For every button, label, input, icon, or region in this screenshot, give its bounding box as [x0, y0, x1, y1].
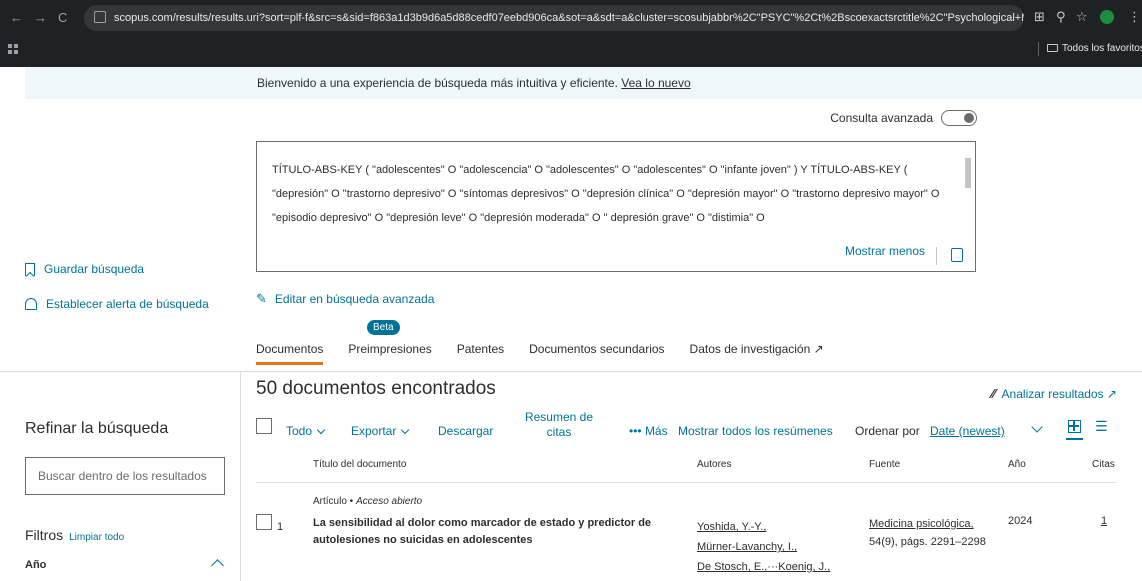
- forward-icon[interactable]: →: [34, 10, 47, 25]
- chevron-down-icon: [401, 425, 410, 435]
- grid-view-icon[interactable]: [1068, 420, 1081, 433]
- select-all-dropdown[interactable]: Todo: [286, 424, 326, 438]
- sidebar-divider: [240, 371, 241, 581]
- column-cites[interactable]: Citas: [1092, 459, 1115, 470]
- menu-dots-icon[interactable]: ⋮: [1128, 9, 1141, 25]
- save-search-button[interactable]: Guardar búsqueda: [25, 262, 144, 276]
- year-filter-label[interactable]: Año: [25, 559, 46, 571]
- analyze-results-label: Analizar resultados ↗: [1001, 386, 1117, 401]
- edit-advanced-label: Editar en búsqueda avanzada: [274, 292, 435, 306]
- beta-badge: Beta: [367, 320, 400, 335]
- chevron-down-icon[interactable]: [1031, 421, 1043, 433]
- author-link[interactable]: Yoshida, Y.-Y.,: [697, 517, 830, 537]
- query-box[interactable]: TÍTULO-ABS-KEY ( "adolescentes" O "adole…: [256, 141, 976, 272]
- more-button[interactable]: ••• Más: [629, 424, 668, 438]
- translate-icon[interactable]: ⊞: [1034, 9, 1045, 25]
- query-text[interactable]: TÍTULO-ABS-KEY ( "adolescentes" O "adole…: [272, 158, 945, 238]
- column-year[interactable]: Año: [1008, 459, 1026, 470]
- toggle-knob: [964, 113, 974, 123]
- document-source: Medicina psicológica, 54(9), págs. 2291–…: [869, 515, 986, 551]
- site-info-icon[interactable]: [94, 11, 106, 23]
- bookmark-icon: [25, 262, 35, 276]
- document-type-tabs: Documentos Preimpresiones Patentes Docum…: [256, 342, 824, 365]
- back-icon[interactable]: ←: [10, 10, 23, 25]
- all-bookmarks[interactable]: Todos los favoritos: [1047, 43, 1142, 54]
- advanced-query-control: Consulta avanzada: [830, 110, 977, 126]
- document-year: 2024: [1008, 515, 1033, 527]
- show-abstracts-button[interactable]: Mostrar todos los resúmenes: [678, 424, 833, 438]
- bookmarks-separator: [1038, 42, 1039, 56]
- column-title[interactable]: Título del documento: [313, 459, 406, 470]
- all-bookmarks-label: Todos los favoritos: [1062, 43, 1142, 54]
- access-badge: Acceso abierto: [355, 496, 423, 507]
- query-separator: [936, 247, 937, 265]
- chevron-down-icon: [316, 425, 326, 435]
- sort-label: Ordenar por: [855, 424, 920, 438]
- row-checkbox[interactable]: [256, 514, 272, 530]
- extension-icon[interactable]: [1100, 10, 1114, 24]
- query-scrollbar[interactable]: [965, 150, 971, 240]
- cites-link[interactable]: 1: [1101, 515, 1107, 527]
- advanced-query-label: Consulta avanzada: [830, 111, 933, 125]
- set-alert-label: Establecer alerta de búsqueda: [46, 297, 209, 311]
- clear-filters-link[interactable]: Limpiar todo: [69, 532, 124, 543]
- banner-text: Bienvenido a una experiencia de búsqueda…: [257, 76, 618, 90]
- document-authors: Yoshida, Y.-Y., Mürner-Lavanchy, I., De …: [697, 517, 830, 577]
- tab-secondary-documents[interactable]: Documentos secundarios: [529, 342, 664, 365]
- document-type: Artículo: [313, 496, 347, 507]
- edit-advanced-link[interactable]: ✎ Editar en búsqueda avanzada: [256, 291, 434, 307]
- row-number: 1: [277, 521, 284, 533]
- divider: [0, 371, 1142, 372]
- filters-label: Filtros: [25, 527, 64, 543]
- reload-icon[interactable]: C: [58, 10, 67, 25]
- banner-link[interactable]: Vea lo nuevo: [621, 76, 690, 90]
- browser-chrome: ← → C scopus.com/results/results.uri?sor…: [0, 0, 1142, 67]
- column-authors[interactable]: Autores: [697, 459, 731, 470]
- search-within-input[interactable]: Buscar dentro de los resultados: [25, 457, 225, 495]
- source-link[interactable]: Medicina psicológica,: [869, 515, 986, 533]
- bookmark-star-icon[interactable]: ☆: [1076, 9, 1088, 25]
- tab-research-data[interactable]: Datos de investigación ↗: [690, 342, 824, 365]
- tab-patents[interactable]: Patentes: [457, 342, 504, 365]
- folder-icon: [1047, 44, 1058, 52]
- apps-grid-icon[interactable]: [8, 44, 18, 54]
- author-link[interactable]: De Stosch, E.,···Koenig, J.,: [697, 557, 830, 577]
- copy-icon[interactable]: [951, 248, 963, 262]
- filters-heading: Filtros Limpiar todo: [25, 527, 124, 543]
- export-dropdown[interactable]: Exportar: [351, 424, 410, 438]
- welcome-banner: Bienvenido a una experiencia de búsqueda…: [25, 67, 1142, 99]
- download-button[interactable]: Descargar: [438, 424, 493, 438]
- column-source[interactable]: Fuente: [869, 459, 900, 470]
- document-meta: Artículo • Acceso abierto: [313, 496, 423, 507]
- results-table-header: Título del documento Autores Fuente Año …: [256, 457, 1116, 483]
- list-view-icon[interactable]: ☰: [1095, 418, 1108, 435]
- advanced-query-toggle[interactable]: [941, 110, 977, 126]
- analytics-icon: ⁄⁄: [991, 386, 996, 401]
- grid-view-underline: [1066, 438, 1083, 440]
- select-all-checkbox[interactable]: [256, 418, 272, 434]
- tab-preprints[interactable]: Preimpresiones: [348, 342, 431, 365]
- results-count: 50 documentos encontrados: [256, 378, 496, 399]
- export-label: Exportar: [351, 424, 397, 438]
- address-bar[interactable]: scopus.com/results/results.uri?sort=plf-…: [84, 5, 1024, 31]
- source-detail: 54(9), págs. 2291–2298: [869, 536, 986, 548]
- zoom-icon[interactable]: ⚲: [1056, 9, 1066, 25]
- scroll-thumb[interactable]: [965, 158, 971, 188]
- tab-documents[interactable]: Documentos: [256, 342, 324, 365]
- chevron-up-icon[interactable]: [211, 559, 224, 572]
- sort-select[interactable]: Date (newest): [930, 424, 1005, 438]
- analyze-results-link[interactable]: ⁄⁄ Analizar resultados ↗: [991, 386, 1117, 401]
- table-row: Artículo • Acceso abierto 1 La sensibili…: [256, 490, 1116, 581]
- refine-title: Refinar la búsqueda: [25, 420, 169, 437]
- results-toolbar: Todo Exportar Descargar Resumen de citas…: [256, 410, 1116, 450]
- citation-summary-button[interactable]: Resumen de citas: [524, 410, 594, 440]
- document-title-link[interactable]: La sensibilidad al dolor como marcador d…: [313, 515, 703, 549]
- bell-icon: [25, 298, 37, 310]
- pencil-icon: ✎: [256, 291, 267, 306]
- set-alert-button[interactable]: Establecer alerta de búsqueda: [25, 297, 209, 311]
- select-all-label: Todo: [286, 424, 313, 438]
- save-search-label: Guardar búsqueda: [44, 262, 145, 276]
- show-less-link[interactable]: Mostrar menos: [845, 239, 925, 263]
- author-link[interactable]: Mürner-Lavanchy, I.,: [697, 537, 830, 557]
